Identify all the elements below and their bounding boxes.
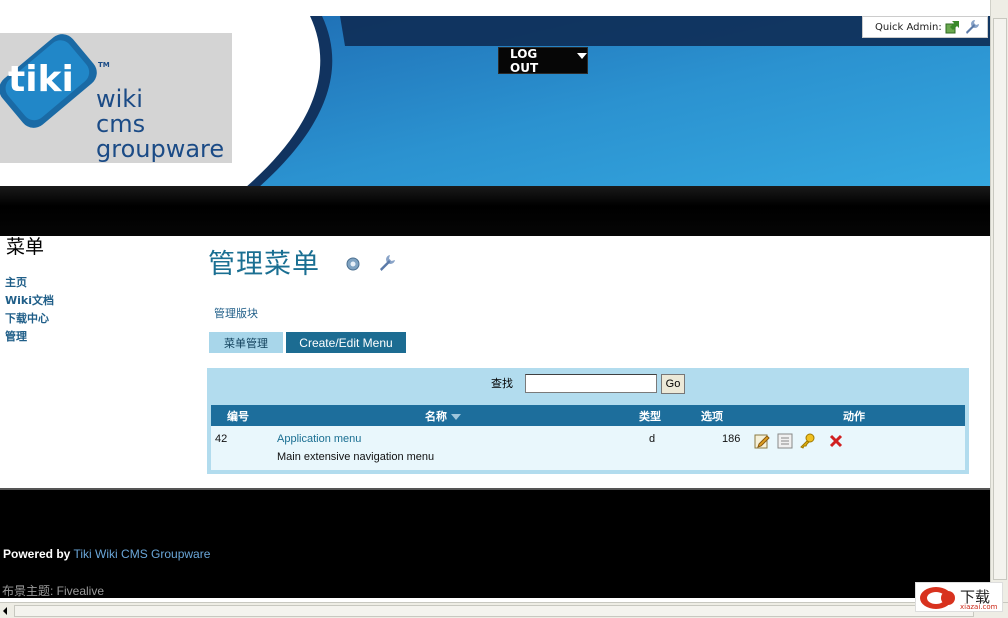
sidebar-item-home[interactable]: 主页: [5, 276, 54, 294]
sort-desc-icon: [451, 414, 461, 420]
column-type[interactable]: 类型: [639, 408, 661, 424]
sidebar-item-admin[interactable]: 管理: [5, 330, 54, 348]
wrench-icon[interactable]: [378, 254, 396, 272]
row-id: 42: [215, 433, 228, 445]
logo-text: wiki cms groupware: [96, 87, 224, 162]
tiki-logo[interactable]: tiki TM wiki cms groupware: [0, 33, 232, 163]
row-name-link[interactable]: Application menu: [277, 433, 361, 445]
logout-button[interactable]: LOG OUT: [498, 46, 588, 75]
column-id[interactable]: 编号: [227, 408, 249, 424]
powered-by-link[interactable]: Tiki Wiki CMS Groupware: [73, 547, 210, 561]
tab-create-edit-menu[interactable]: Create/Edit Menu: [286, 332, 406, 353]
search-label: 查找: [491, 377, 513, 390]
logo-line-groupware: groupware: [96, 135, 225, 163]
key-icon[interactable]: [799, 433, 815, 449]
watermark-url: xiazai.com: [960, 603, 998, 611]
site-footer: Powered by Tiki Wiki CMS Groupware 布景主题:…: [0, 488, 990, 598]
sidebar-item-downloads[interactable]: 下载中心: [5, 312, 54, 330]
sidebar-menu: 主页 Wiki文档 下载中心 管理: [5, 276, 54, 348]
tab-bar: 菜单管理 Create/Edit Menu: [209, 332, 406, 353]
table-row: 42 Application menu Main extensive navig…: [211, 426, 965, 470]
site-header: tiki TM wiki cms groupware Quick Admin: …: [0, 0, 990, 188]
powered-by-label: Powered by: [3, 547, 71, 561]
column-options[interactable]: 选项: [701, 408, 723, 424]
watermark-logo: [920, 587, 955, 609]
top-nav-bar: [0, 186, 990, 236]
vertical-scrollbar[interactable]: [990, 0, 1008, 602]
search-input[interactable]: [525, 374, 657, 393]
page-title: 管理菜单: [208, 249, 320, 280]
table-header: 编号 名称 类型 选项 动作: [211, 405, 965, 426]
horizontal-scrollbar[interactable]: [0, 602, 1008, 618]
site-watermark: 下载 xiazai.com: [915, 582, 1003, 612]
menu-list-panel: 查找 Go 编号 名称 类型 选项 动作 42 Application menu…: [207, 368, 969, 474]
sidebar-title: 菜单: [6, 236, 45, 258]
powered-by: Powered by Tiki Wiki CMS Groupware: [3, 547, 210, 561]
go-button[interactable]: Go: [661, 374, 685, 394]
edit-icon[interactable]: [754, 433, 770, 449]
row-type: d: [649, 433, 656, 445]
logo-trademark: TM: [98, 61, 110, 69]
vertical-scroll-thumb[interactable]: [993, 18, 1007, 580]
list-icon[interactable]: [777, 433, 793, 449]
wrench-icon[interactable]: [964, 19, 980, 35]
quick-admin-bar: Quick Admin:: [862, 16, 988, 38]
column-name[interactable]: 名称: [425, 408, 461, 424]
delete-icon[interactable]: [828, 433, 844, 449]
help-icon[interactable]: [346, 257, 360, 271]
module-arrow-icon[interactable]: [945, 19, 961, 35]
chevron-down-icon: [577, 52, 587, 59]
row-description: Main extensive navigation menu: [277, 451, 435, 463]
logout-label: LOG OUT: [510, 46, 539, 75]
logo-line-cms: cms: [96, 110, 146, 138]
quick-admin-label: Quick Admin:: [875, 21, 942, 33]
horizontal-scroll-thumb[interactable]: [14, 605, 974, 617]
row-options-count: 186: [722, 433, 741, 445]
admin-modules-link[interactable]: 管理版块: [214, 305, 258, 321]
column-name-label: 名称: [425, 410, 447, 423]
column-actions: 动作: [843, 410, 865, 423]
tab-menus[interactable]: 菜单管理: [209, 332, 283, 353]
scroll-left-icon[interactable]: [3, 607, 7, 615]
logo-line-wiki: wiki: [96, 85, 143, 113]
sidebar-item-wiki[interactable]: Wiki文档: [5, 294, 54, 312]
logo-wordmark: tiki: [8, 59, 74, 100]
theme-info: 布景主题: Fivealive: [2, 584, 105, 598]
